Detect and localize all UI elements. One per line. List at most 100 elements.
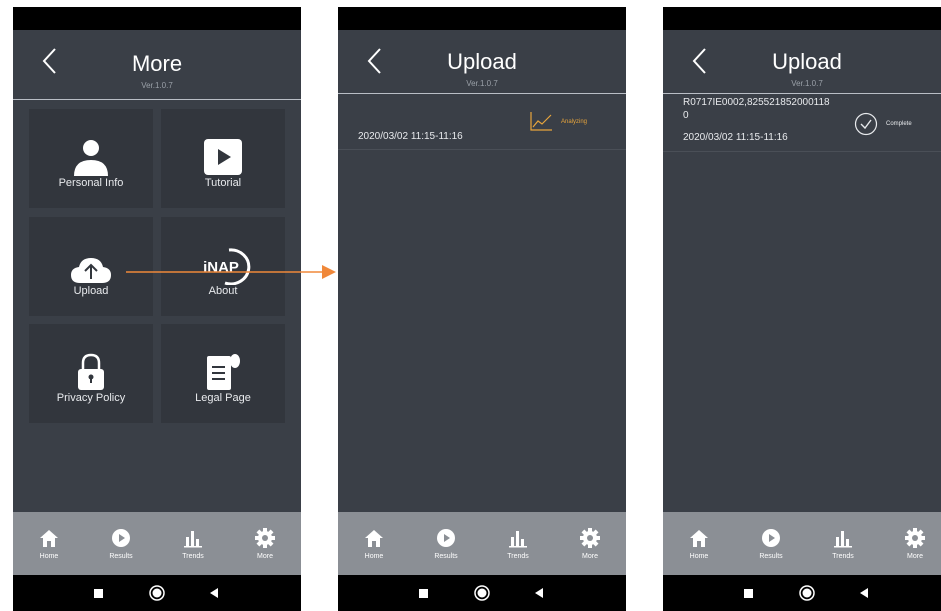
back-triangle-icon [860, 588, 868, 598]
back-button[interactable] [530, 584, 548, 602]
phone-screen-upload-complete: Upload Ver.1.0.7 R0717IE0002,82552185200… [663, 7, 941, 611]
tab-results[interactable]: Results [735, 512, 807, 575]
legal-page-tile[interactable]: Legal Page [161, 324, 285, 423]
person-icon [74, 140, 108, 176]
recent-apps-button[interactable] [414, 584, 432, 602]
phone-screen-more: More Ver.1.0.7 Personal Info Tutorial Up… [13, 7, 301, 611]
page-title: More [131, 51, 183, 76]
tab-label: Results [759, 553, 783, 560]
status-analyzing: Analyzing [561, 119, 588, 125]
tab-more[interactable]: More [554, 512, 626, 575]
results-play-icon [112, 529, 130, 547]
home-button[interactable] [798, 584, 816, 602]
tab-home[interactable]: Home [663, 512, 735, 575]
tab-trends[interactable]: Trends [157, 512, 229, 575]
cloud-upload-icon [71, 258, 111, 283]
record-datetime: 2020/03/02 11:15-11:16 [358, 131, 463, 142]
status-bar [13, 7, 301, 30]
bar-chart-icon [509, 531, 527, 548]
privacy-policy-tile[interactable]: Privacy Policy [29, 324, 153, 423]
gear-icon [255, 528, 275, 548]
tab-label: Home [39, 553, 59, 560]
tab-more[interactable]: More [879, 512, 941, 575]
status-complete: Complete [886, 121, 912, 127]
recent-apps-button[interactable] [739, 584, 757, 602]
home-icon [690, 530, 708, 547]
version-label: Ver.1.0.7 [791, 79, 823, 88]
check-circle-icon [854, 112, 878, 136]
tab-label: More [907, 553, 923, 560]
tab-results[interactable]: Results [410, 512, 482, 575]
line-chart-icon [530, 112, 552, 131]
version-label: Ver.1.0.7 [466, 79, 498, 88]
header-divider [338, 93, 626, 94]
tab-bar: Home Results Trends More [13, 512, 301, 575]
document-icon [207, 354, 240, 390]
tile-label: Personal Info [58, 177, 124, 189]
upload-record-row[interactable]: 2020/03/02 11:15-11:16 Analyzing [338, 101, 626, 150]
home-circle-icon [799, 585, 815, 601]
home-circle-icon [474, 585, 490, 601]
system-nav-bar [13, 575, 301, 611]
play-icon [204, 139, 242, 175]
stop-square-icon [418, 588, 428, 598]
gear-icon [905, 528, 925, 548]
tab-label: More [257, 553, 273, 560]
back-button[interactable] [855, 584, 873, 602]
results-play-icon [762, 529, 780, 547]
home-icon [365, 530, 383, 547]
recent-apps-button[interactable] [89, 584, 107, 602]
lock-icon [78, 353, 104, 390]
inap-logo-icon: iNAP [203, 248, 251, 285]
header: More Ver.1.0.7 [13, 30, 301, 100]
tab-trends[interactable]: Trends [807, 512, 879, 575]
home-icon [40, 530, 58, 547]
back-button[interactable] [205, 584, 223, 602]
page-title: Upload [447, 49, 517, 74]
tab-label: More [582, 553, 598, 560]
tab-results[interactable]: Results [85, 512, 157, 575]
tab-bar: Home Results Trends More [663, 512, 941, 575]
tutorial-tile[interactable]: Tutorial [161, 109, 285, 208]
tile-label: Legal Page [195, 392, 251, 404]
tile-label: About [208, 285, 238, 297]
tile-label: Upload [73, 285, 109, 297]
phone-screen-upload-analyzing: Upload Ver.1.0.7 2020/03/02 11:15-11:16 … [338, 7, 626, 611]
record-datetime: 2020/03/02 11:15-11:16 [683, 132, 788, 143]
tab-label: Trends [507, 553, 529, 560]
upload-tile[interactable]: Upload [29, 217, 153, 316]
home-circle-icon [149, 585, 165, 601]
back-triangle-icon [535, 588, 543, 598]
header-divider [663, 93, 941, 94]
stop-square-icon [93, 588, 103, 598]
inap-logo-text: iNAP [203, 259, 239, 276]
header-divider [13, 99, 301, 100]
tab-label: Trends [182, 553, 204, 560]
upload-record-row[interactable]: R0717IE0002,825521852000118 0 2020/03/02… [663, 95, 941, 152]
home-button[interactable] [148, 584, 166, 602]
tile-label: Privacy Policy [56, 392, 126, 404]
status-bar [663, 7, 941, 30]
home-button[interactable] [473, 584, 491, 602]
header: Upload Ver.1.0.7 [663, 30, 941, 100]
tab-label: Results [109, 553, 133, 560]
tab-label: Trends [832, 553, 854, 560]
tab-home[interactable]: Home [13, 512, 85, 575]
status-bar [338, 7, 626, 30]
about-tile[interactable]: iNAP About [161, 217, 285, 316]
results-play-icon [437, 529, 455, 547]
tab-more[interactable]: More [229, 512, 301, 575]
bar-chart-icon [184, 531, 202, 548]
back-triangle-icon [210, 588, 218, 598]
tile-label: Tutorial [204, 177, 242, 189]
tab-trends[interactable]: Trends [482, 512, 554, 575]
tab-home[interactable]: Home [338, 512, 410, 575]
gear-icon [580, 528, 600, 548]
record-id-line1: R0717IE0002,825521852000118 [683, 97, 830, 108]
system-nav-bar [338, 575, 626, 611]
system-nav-bar [663, 575, 941, 611]
tab-label: Home [364, 553, 384, 560]
page-title: Upload [772, 49, 842, 74]
stop-square-icon [743, 588, 753, 598]
personal-info-tile[interactable]: Personal Info [29, 109, 153, 208]
